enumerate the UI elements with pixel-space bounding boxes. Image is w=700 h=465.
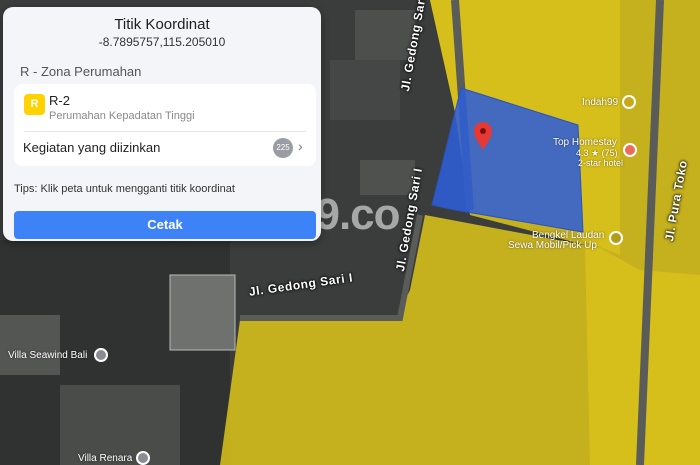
panel-title: Titik Koordinat: [114, 16, 210, 33]
zone-category-label: R - Zona Perumahan: [20, 64, 142, 79]
allowed-activities-label: Kegiatan yang diizinkan: [23, 140, 161, 155]
print-button[interactable]: Cetak: [14, 211, 316, 239]
poi-label-top-homestay: Top Homestay: [553, 137, 617, 148]
poi-label-villa-renara: Villa Renara: [78, 453, 133, 464]
zone-card: R R-2 Perumahan Kepadatan Tinggi Kegiata…: [14, 84, 316, 166]
poi-label-sewa-mobil: Sewa Mobil/Pick Up: [508, 240, 597, 251]
poi-label-indah99: Indah99: [582, 97, 619, 108]
poi-pin-top-homestay-icon[interactable]: [623, 143, 637, 157]
coordinate-value: -8.7895757,115.205010: [98, 35, 226, 49]
allowed-activities-row[interactable]: Kegiatan yang diizinkan 225 ›: [14, 132, 316, 166]
zone-code: R-2: [49, 93, 70, 108]
poi-category-top-homestay: 2-star hotel: [578, 158, 624, 168]
activities-count-badge: 225: [273, 138, 293, 158]
poi-pin-villa-renara-icon[interactable]: [136, 451, 150, 465]
poi-pin-villa-seawind-icon[interactable]: [94, 348, 108, 362]
coordinate-panel: Titik Koordinat -8.7895757,115.205010 R …: [3, 7, 321, 241]
chevron-right-icon: ›: [298, 138, 303, 154]
poi-label-villa-seawind: Villa Seawind Bali: [8, 350, 88, 361]
zone-description: Perumahan Kepadatan Tinggi: [49, 110, 195, 122]
poi-pin-indah99-icon[interactable]: [622, 95, 636, 109]
zone-badge: R: [24, 94, 45, 115]
tips-text: Tips: Klik peta untuk mengganti titik ko…: [14, 183, 235, 195]
poi-pin-bengkel-icon[interactable]: [609, 231, 623, 245]
